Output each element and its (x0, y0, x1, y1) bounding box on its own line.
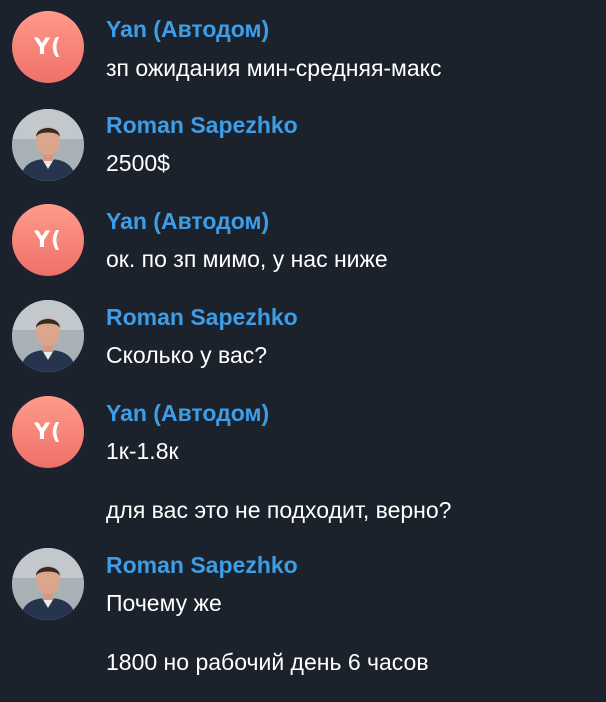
initials-avatar[interactable]: Y( (12, 11, 84, 83)
user-photo-avatar[interactable] (12, 300, 84, 372)
message-text: 1к-1.8к (106, 438, 179, 464)
sender-name[interactable]: Yan (Автодом) (106, 16, 269, 43)
message-text: Почему же (106, 590, 222, 616)
message-text: 1800 но рабочий день 6 часов (106, 649, 429, 675)
sender-name[interactable]: Roman Sapezhko (106, 304, 298, 331)
message-text: 2500$ (106, 150, 170, 176)
user-photo-avatar[interactable] (12, 548, 84, 620)
user-photo-avatar[interactable] (12, 109, 84, 181)
initials-avatar[interactable]: Y( (12, 204, 84, 276)
sender-name[interactable]: Yan (Автодом) (106, 208, 269, 235)
message-text: для вас это не подходит, верно? (106, 497, 452, 523)
chat-history: Y( Yan (Автодом) зп ожидания мин-средняя… (0, 0, 606, 702)
sender-name[interactable]: Yan (Автодом) (106, 400, 269, 427)
message-text: ок. по зп мимо, у нас ниже (106, 246, 388, 272)
message-text: Сколько у вас? (106, 342, 268, 368)
initials-avatar[interactable]: Y( (12, 396, 84, 468)
sender-name[interactable]: Roman Sapezhko (106, 112, 298, 139)
sender-name[interactable]: Roman Sapezhko (106, 552, 298, 579)
message-text: зп ожидания мин-средняя-макс (106, 55, 442, 81)
